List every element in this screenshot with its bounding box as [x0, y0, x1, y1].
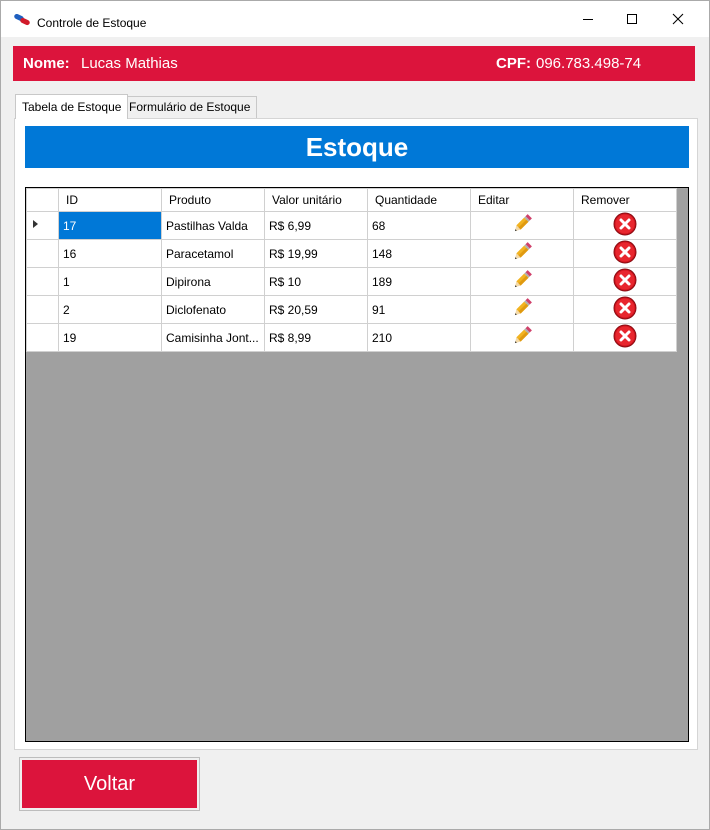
column-header-id[interactable]: ID — [58, 188, 162, 212]
remove-x-icon — [613, 324, 637, 351]
app-window: Controle de Estoque Nome: Lucas Mathias … — [0, 0, 710, 830]
minimize-icon — [583, 19, 593, 20]
cell-valor[interactable]: R$ 6,99 — [264, 211, 368, 240]
edit-button[interactable] — [470, 295, 574, 324]
edit-button[interactable] — [470, 323, 574, 352]
window-title: Controle de Estoque — [37, 16, 147, 30]
tab-tabela-de-estoque[interactable]: Tabela de Estoque — [15, 94, 129, 119]
tab-formulario-de-estoque[interactable]: Formulário de Estoque — [122, 96, 258, 118]
row-header[interactable] — [26, 295, 59, 324]
table-row[interactable]: 2 Diclofenato R$ 20,59 91 — [26, 295, 677, 324]
maximize-icon — [627, 14, 637, 24]
cell-valor[interactable]: R$ 19,99 — [264, 239, 368, 268]
pencil-icon — [510, 326, 534, 351]
cpf-value: 096.783.498-74 — [536, 55, 642, 72]
cell-quantidade[interactable]: 148 — [367, 239, 471, 268]
cell-id[interactable]: 16 — [58, 239, 162, 268]
cell-quantidade[interactable]: 210 — [367, 323, 471, 352]
table-row[interactable]: 19 Camisinha Jont... R$ 8,99 210 — [26, 323, 677, 352]
stock-data-grid[interactable]: ID Produto Valor unitário Quantidade Edi… — [25, 187, 689, 742]
close-icon — [672, 13, 684, 25]
cell-id[interactable]: 1 — [58, 267, 162, 296]
column-header-editar[interactable]: Editar — [470, 188, 574, 212]
column-header-produto[interactable]: Produto — [161, 188, 265, 212]
column-header-remover[interactable]: Remover — [573, 188, 677, 212]
cell-produto[interactable]: Dipirona — [161, 267, 265, 296]
cpf-label: CPF: — [496, 55, 531, 72]
cell-produto[interactable]: Diclofenato — [161, 295, 265, 324]
table-row[interactable]: 1 Dipirona R$ 10 189 — [26, 267, 677, 296]
edit-button[interactable] — [470, 239, 574, 268]
row-header[interactable] — [26, 323, 59, 352]
cell-id[interactable]: 2 — [58, 295, 162, 324]
pills-icon — [14, 14, 30, 26]
remove-button[interactable] — [573, 323, 677, 352]
edit-button[interactable] — [470, 211, 574, 240]
back-button[interactable]: Voltar — [19, 757, 200, 811]
remove-button[interactable] — [573, 267, 677, 296]
row-header[interactable] — [26, 211, 59, 240]
cell-id[interactable]: 19 — [58, 323, 162, 352]
column-header-valor[interactable]: Valor unitário — [264, 188, 368, 212]
user-info-header: Nome: Lucas Mathias CPF: 096.783.498-74 — [13, 46, 695, 81]
remove-x-icon — [613, 212, 637, 239]
row-header[interactable] — [26, 267, 59, 296]
current-row-arrow-icon — [33, 220, 38, 228]
name-label: Nome: — [23, 55, 70, 72]
row-header[interactable] — [26, 239, 59, 268]
remove-x-icon — [613, 296, 637, 323]
cell-quantidade[interactable]: 91 — [367, 295, 471, 324]
column-header-quantidade[interactable]: Quantidade — [367, 188, 471, 212]
remove-button[interactable] — [573, 295, 677, 324]
title-bar[interactable]: Controle de Estoque — [1, 1, 709, 37]
cell-produto[interactable]: Camisinha Jont... — [161, 323, 265, 352]
name-value: Lucas Mathias — [81, 55, 178, 72]
minimize-button[interactable] — [565, 1, 611, 37]
cell-valor[interactable]: R$ 20,59 — [264, 295, 368, 324]
cell-quantidade[interactable]: 189 — [367, 267, 471, 296]
remove-x-icon — [613, 268, 637, 295]
maximize-button[interactable] — [609, 1, 655, 37]
edit-button[interactable] — [470, 267, 574, 296]
remove-button[interactable] — [573, 239, 677, 268]
remove-x-icon — [613, 240, 637, 267]
remove-button[interactable] — [573, 211, 677, 240]
cell-valor[interactable]: R$ 10 — [264, 267, 368, 296]
cell-produto[interactable]: Pastilhas Valda — [161, 211, 265, 240]
cell-produto[interactable]: Paracetamol — [161, 239, 265, 268]
table-row[interactable]: 16 Paracetamol R$ 19,99 148 — [26, 239, 677, 268]
tab-panel: Estoque ID Produto Valor unitário Quanti… — [14, 118, 698, 750]
back-button-label: Voltar — [22, 760, 197, 808]
row-header-corner — [26, 188, 59, 212]
cell-id[interactable]: 17 — [58, 211, 162, 240]
close-button[interactable] — [655, 1, 701, 37]
pencil-icon — [510, 242, 534, 267]
table-row[interactable]: 17 Pastilhas Valda R$ 6,99 68 — [26, 211, 677, 240]
cell-valor[interactable]: R$ 8,99 — [264, 323, 368, 352]
table-header-row: ID Produto Valor unitário Quantidade Edi… — [26, 188, 677, 212]
page-title: Estoque — [25, 126, 689, 168]
pencil-icon — [510, 270, 534, 295]
pencil-icon — [510, 298, 534, 323]
cell-quantidade[interactable]: 68 — [367, 211, 471, 240]
stock-table: ID Produto Valor unitário Quantidade Edi… — [26, 188, 677, 352]
pencil-icon — [510, 214, 534, 239]
